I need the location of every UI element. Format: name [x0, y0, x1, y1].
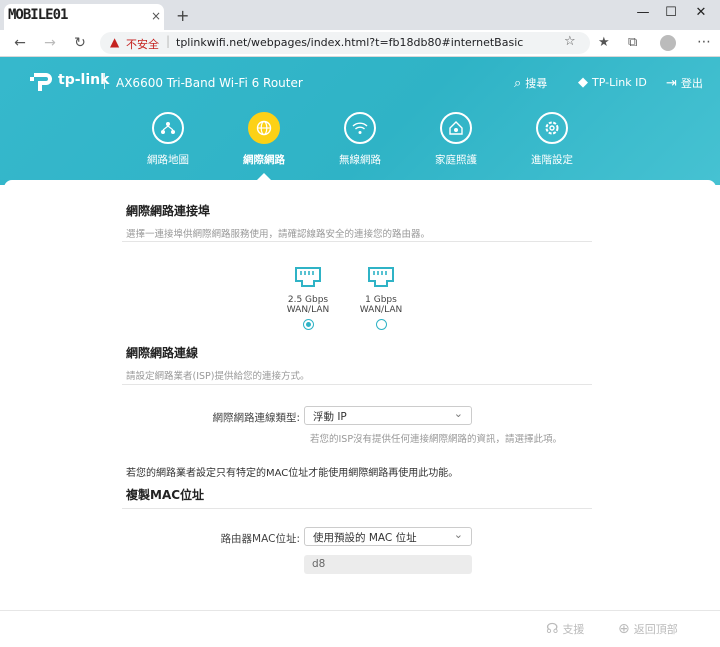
- connection-type-hint: 若您的ISP沒有提供任何連接網際網路的資訊，請選擇此項。: [310, 434, 563, 445]
- page-footer: ☊ 支援 ⊕ 返回頂部: [0, 611, 720, 647]
- wifi-icon: [344, 112, 376, 144]
- tab-site-logo: MOBILE01: [8, 7, 68, 23]
- insecure-label[interactable]: 不安全: [126, 36, 159, 52]
- logo-divider: [104, 73, 105, 89]
- globe-icon: [248, 112, 280, 144]
- network-map-icon: [152, 112, 184, 144]
- connection-section-title: 網際網路連線: [126, 346, 199, 360]
- logout-label: 登出: [680, 77, 703, 90]
- headset-icon: ☊: [546, 621, 559, 637]
- port-speed: 1 Gbps: [365, 295, 397, 305]
- nav-label: 家庭照護: [435, 154, 477, 166]
- warning-icon: ▲: [110, 35, 120, 49]
- support-link[interactable]: ☊ 支援: [546, 621, 584, 637]
- connection-type-value: 浮動 IP: [313, 411, 347, 423]
- browser-tab-bar: MOBILE01 r × + — ☐ ✕: [0, 0, 720, 30]
- nav-internet[interactable]: 網際網路: [229, 112, 299, 167]
- port-type: WAN/LAN: [286, 305, 330, 315]
- connection-type-label: 網際網路連線類型:: [212, 412, 300, 424]
- port-radio[interactable]: [302, 319, 314, 330]
- tab-close-icon[interactable]: ×: [151, 9, 161, 23]
- port-section-description: 選擇一連接埠供網際網路服務使用，請確認線路安全的連接您的路由器。: [126, 229, 431, 240]
- url-divider: |: [166, 34, 171, 48]
- tplink-logo-text: tp-link: [58, 72, 110, 88]
- browser-tab[interactable]: MOBILE01 r ×: [4, 4, 164, 30]
- mac-section-title: 複製MAC位址: [126, 488, 205, 502]
- nav-label: 無線網路: [339, 154, 381, 166]
- ethernet-port-icon: [295, 267, 321, 289]
- router-model: AX6600 Tri-Band Wi-Fi 6 Router: [116, 76, 303, 90]
- window-maximize-button[interactable]: ☐: [656, 5, 686, 20]
- connection-section-description: 請設定網路業者(ISP)提供給您的連接方式。: [126, 371, 310, 382]
- more-menu-icon[interactable]: ⋯: [697, 34, 711, 50]
- new-tab-button[interactable]: +: [176, 6, 189, 25]
- back-to-top-label: 返回頂部: [633, 623, 678, 636]
- favorites-icon[interactable]: ★: [598, 35, 610, 50]
- router-header: tp-link AX6600 Tri-Band Wi-Fi 6 Router ⌕…: [0, 57, 720, 185]
- logout-icon: ⇥: [666, 76, 677, 91]
- nav-network-map[interactable]: 網路地圖: [133, 112, 203, 167]
- nav-wireless[interactable]: 無線網路: [325, 112, 395, 167]
- port-speed: 2.5 Gbps: [287, 295, 329, 305]
- chevron-down-icon: ⌄: [453, 407, 463, 420]
- chevron-down-icon: ⌄: [453, 528, 463, 541]
- nav-label: 進階設定: [531, 154, 573, 166]
- bookmark-star-icon[interactable]: ☆: [564, 34, 576, 49]
- connection-type-select[interactable]: 浮動 IP ⌄: [304, 406, 472, 425]
- router-mac-label: 路由器MAC位址:: [220, 533, 300, 545]
- url-text[interactable]: tplinkwifi.net/webpages/index.html?t=fb1…: [176, 36, 523, 49]
- window-minimize-button[interactable]: —: [628, 5, 658, 20]
- support-label: 支援: [562, 623, 585, 636]
- tplink-id-button[interactable]: ◆ TP-Link ID: [578, 75, 647, 90]
- ethernet-port-icon: [368, 267, 394, 289]
- port-section-title: 網際網路連接埠: [126, 204, 211, 218]
- nav-label: 網際網路: [243, 154, 285, 166]
- logout-button[interactable]: ⇥ 登出: [666, 75, 703, 91]
- port-option-1g[interactable]: 1 Gbps WAN/LAN: [351, 267, 411, 330]
- nav-homecare[interactable]: 家庭照護: [421, 112, 491, 167]
- search-button[interactable]: ⌕ 搜尋: [514, 75, 547, 91]
- browser-toolbar: ← → ↻ ▲ 不安全 | tplinkwifi.net/webpages/in…: [0, 30, 720, 57]
- gear-icon: [536, 112, 568, 144]
- search-label: 搜尋: [525, 77, 548, 90]
- arrow-up-circle-icon: ⊕: [618, 621, 630, 637]
- mac-address-field: d8: [304, 555, 472, 574]
- tplink-id-icon: ◆: [578, 75, 588, 90]
- router-mac-select[interactable]: 使用預設的 MAC 位址 ⌄: [304, 527, 472, 546]
- tplink-logo-icon: [30, 73, 52, 91]
- reload-button[interactable]: ↻: [70, 35, 90, 51]
- search-icon: ⌕: [514, 76, 522, 91]
- mac-address-prefix: d8: [312, 558, 326, 570]
- port-option-2-5g[interactable]: 2.5 Gbps WAN/LAN: [278, 267, 338, 330]
- section-divider: [122, 241, 592, 242]
- window-close-button[interactable]: ✕: [686, 5, 716, 20]
- mac-clone-note: 若您的網路業者設定只有特定的MAC位址才能使用網際網路再使用此功能。: [126, 468, 459, 479]
- nav-label: 網路地圖: [147, 154, 189, 166]
- router-mac-value: 使用預設的 MAC 位址: [313, 532, 417, 544]
- section-divider: [122, 384, 592, 385]
- back-to-top-link[interactable]: ⊕ 返回頂部: [618, 621, 678, 637]
- collections-icon[interactable]: ⧉: [628, 35, 637, 50]
- back-button[interactable]: ←: [10, 35, 30, 51]
- profile-avatar-icon[interactable]: [660, 35, 676, 51]
- home-shield-icon: [440, 112, 472, 144]
- port-type: WAN/LAN: [359, 305, 403, 315]
- forward-button[interactable]: →: [40, 35, 60, 51]
- address-bar[interactable]: ▲ 不安全 | tplinkwifi.net/webpages/index.ht…: [100, 32, 590, 54]
- section-divider: [122, 508, 592, 509]
- nav-advanced[interactable]: 進階設定: [517, 112, 587, 167]
- port-radio[interactable]: [375, 319, 387, 330]
- tplink-id-label: TP-Link ID: [592, 76, 647, 89]
